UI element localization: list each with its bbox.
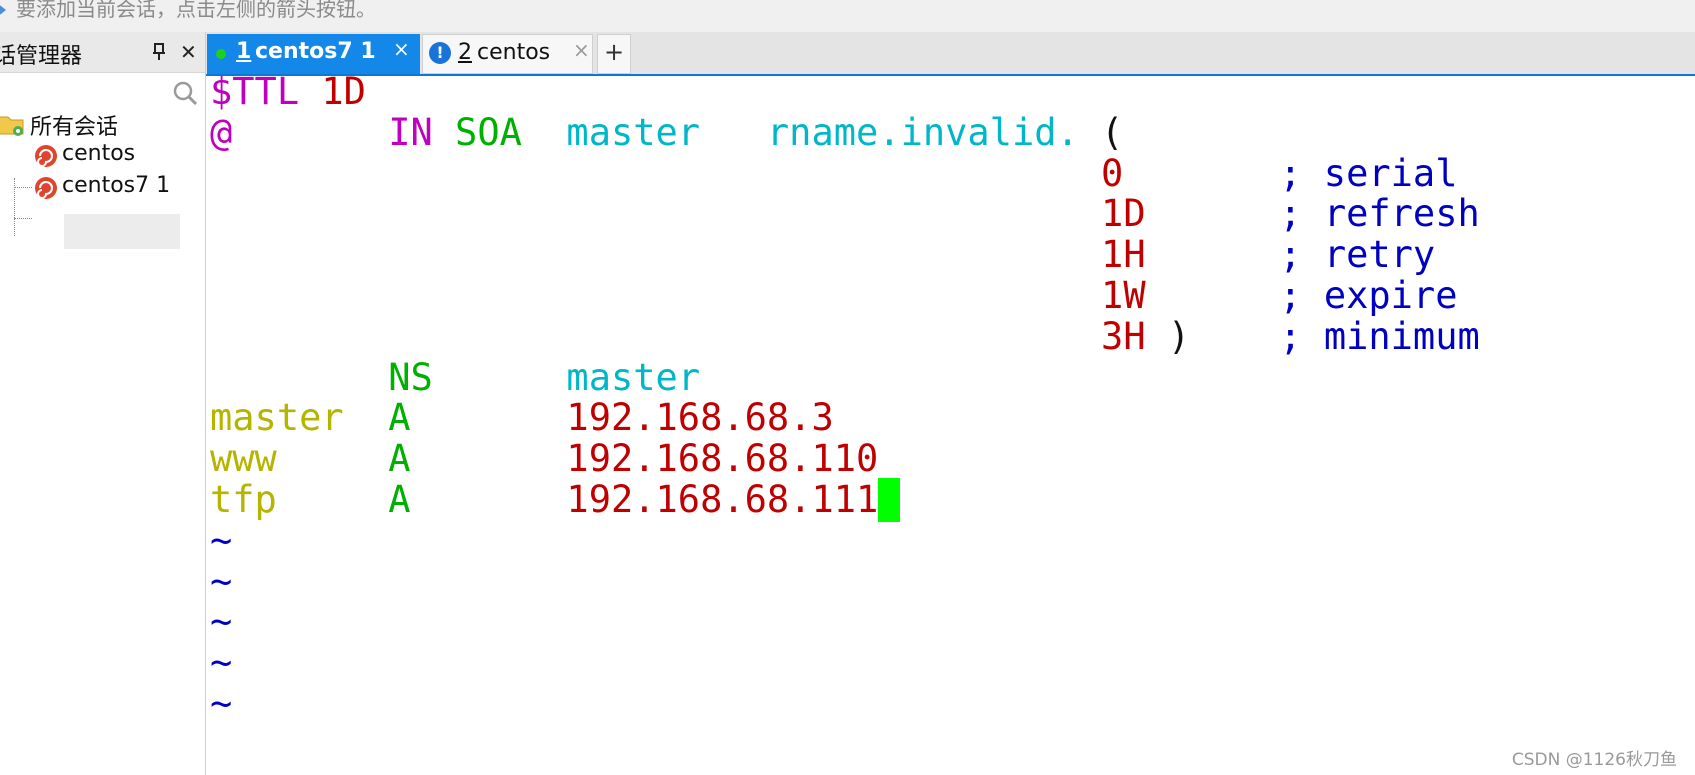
terminal-line: ~ [210,519,232,563]
terminal-line: master A 192.168.68.3 [210,396,834,440]
terminal-text: IN [388,110,456,154]
terminal-line: 3H ) ; minimum [210,315,1480,359]
tree-item-centos[interactable]: centos [32,140,192,170]
tab-bar: 1 centos7 1 × ! 2 centos × + [206,32,1695,76]
tree-root-label: 所有会话 [30,115,119,140]
terminal-text: A [388,478,411,521]
tree-item-centos7-1[interactable]: centos7 1 [32,172,192,202]
terminal-line: 1D ; refresh [210,192,1480,236]
terminal-text: A [388,396,411,440]
terminal-text: ~ [210,559,233,603]
session-swirl-icon [35,177,57,199]
tab-centos7-1[interactable]: 1 centos7 1 × [207,34,420,74]
terminal-text: ~ [210,682,233,725]
tree-connector [14,187,32,188]
panel-header: 话管理器 ✕ [0,32,205,73]
terminal-line: ~ [210,641,232,685]
terminal-text: 192.168.68.111 [410,478,879,521]
session-hint-bar: 要添加当前会话，点击左侧的箭头按钮。 [0,0,1695,32]
terminal-text: ; retry [1145,233,1436,277]
terminal-text: 1W [1101,274,1146,317]
session-swirl-icon [35,145,57,167]
terminal-text: 1H [1101,233,1146,277]
info-status-icon: ! [429,42,451,64]
panel-title: 话管理器 [0,44,83,69]
terminal-text: 1D [1101,192,1146,236]
terminal-text: SOA [455,110,522,154]
arrow-icon[interactable] [0,2,6,18]
search-icon[interactable] [172,80,198,106]
connected-status-icon [216,49,226,59]
terminal-text: ) [1145,314,1191,358]
hint-text: 要添加当前会话，点击左侧的箭头按钮。 [16,0,376,21]
tab-number: 2 [458,40,472,65]
terminal-text: 192.168.68.110 [410,437,879,481]
terminal-screen[interactable]: $TTL 1D @ IN SOA master rname.invalid. ( … [206,70,1695,775]
tree-item-label: centos7 1 [62,173,171,198]
terminal-text: @ [210,110,233,154]
tab-close-icon[interactable]: × [573,38,590,62]
terminal-line: NS master [210,356,700,400]
terminal-text: master rname.invalid. [521,110,1079,154]
terminal-text: 3H [1101,314,1146,358]
terminal-text: ; refresh [1145,192,1480,236]
terminal-text: $TTL [210,70,322,113]
terminal-text: ( [1078,110,1124,154]
pin-icon[interactable] [152,43,166,61]
tree-item-label: centos [62,141,136,166]
terminal-line: ~ [210,600,232,644]
tab-close-icon[interactable]: × [393,37,410,61]
terminal-line: @ IN SOA master rname.invalid. ( [210,111,1123,155]
session-manager-panel: 话管理器 ✕ 所有会话 centos centos7 1 [0,32,206,775]
terminal-text: www [210,437,389,481]
terminal-line: 1H ; retry [210,233,1435,277]
terminal-text: master [210,396,389,440]
close-icon[interactable]: ✕ [180,40,197,64]
text-cursor [878,478,901,522]
terminal-text: A [388,437,411,481]
watermark: CSDN @1126秋刀鱼 [1511,750,1677,770]
terminal-text: ~ [210,518,233,562]
terminal-text: master [432,355,701,399]
terminal-text: NS [388,355,433,399]
terminal-text: ~ [210,641,233,685]
terminal-line: ~ [210,682,232,726]
tab-label: centos7 1 [255,39,376,64]
terminal-text: ~ [210,600,233,644]
tree-root-all-sessions[interactable]: 所有会话 [0,108,200,140]
new-tab-button[interactable]: + [597,34,631,74]
terminal-line: www A 192.168.68.110 [210,437,878,481]
terminal-line: 0 ; serial [210,152,1457,196]
terminal-line: ~ [210,560,232,604]
terminal-text: 0 [1101,151,1124,195]
selection-highlight [64,214,180,249]
tab-number: 1 [236,39,252,64]
terminal-text: tfp [210,478,389,521]
folder-gear-icon [0,116,24,136]
terminal-line: 1W ; expire [210,274,1457,318]
terminal-text: ; expire [1145,274,1458,317]
terminal-line: tfp A 192.168.68.111 [210,478,901,522]
tree-connector [14,218,32,219]
terminal-text: ; serial [1123,151,1458,195]
terminal-line: $TTL 1D [210,70,366,114]
terminal-text: ; minimum [1190,314,1480,358]
terminal-text: 1D [321,70,366,113]
terminal-text: 192.168.68.3 [410,396,834,440]
tab-centos[interactable]: ! 2 centos × [422,34,593,74]
tab-label: centos [477,40,551,65]
